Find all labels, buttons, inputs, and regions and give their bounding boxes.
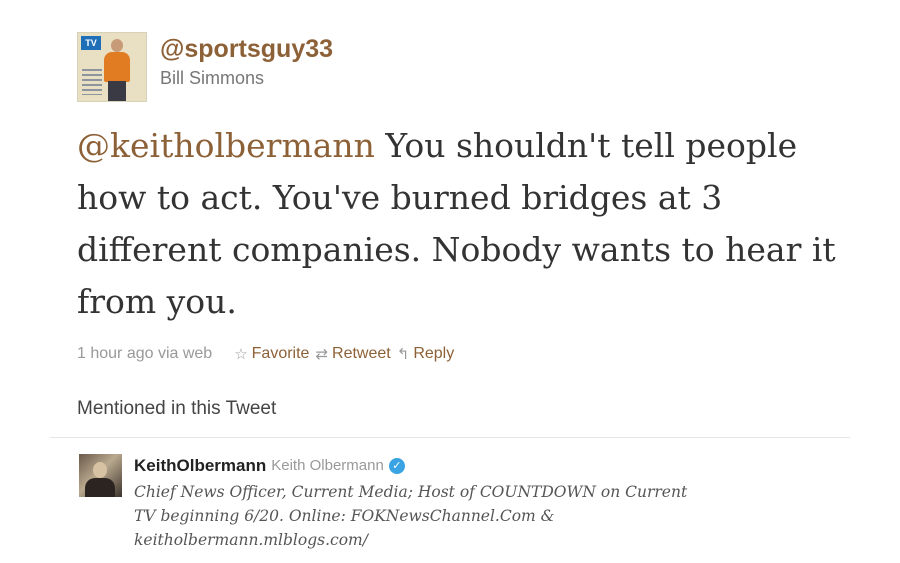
mentioned-user-line: KeithOlbermann Keith Olbermann ✓: [134, 454, 694, 478]
mentioned-user-screen-name[interactable]: KeithOlbermann: [134, 454, 266, 478]
author-screen-name[interactable]: @sportsguy33: [160, 34, 333, 64]
favorite-button[interactable]: ☆ Favorite: [234, 343, 309, 365]
author-full-name: Bill Simmons: [160, 68, 265, 88]
reply-label: Reply: [413, 345, 455, 362]
tweet-page: TV @sportsguy33 Bill Simmons @keitholber…: [0, 0, 900, 563]
tv-badge-icon: TV: [81, 36, 101, 50]
mentioned-user-avatar[interactable]: [79, 454, 122, 497]
author-avatar[interactable]: TV: [77, 32, 147, 102]
tweet-author: TV @sportsguy33 Bill Simmons: [77, 32, 333, 102]
mentioned-user-full-name: Keith Olbermann: [271, 457, 384, 474]
verified-icon: ✓: [388, 458, 405, 474]
tweet-mention-link[interactable]: @keitholbermann: [77, 126, 375, 165]
mentioned-user-bio: Chief News Officer, Current Media; Host …: [134, 483, 688, 549]
favorite-label: Favorite: [251, 345, 310, 362]
retweet-button[interactable]: ⇄ Retweet: [315, 343, 390, 365]
author-names: @sportsguy33 Bill Simmons: [160, 32, 333, 90]
tweet-timestamp[interactable]: 1 hour ago via web: [77, 343, 212, 365]
star-icon: ☆: [234, 345, 248, 363]
tweet-meta: 1 hour ago via web ☆ Favorite ⇄ Retweet …: [77, 343, 454, 365]
mentioned-user-info: KeithOlbermann Keith Olbermann ✓ Chief N…: [134, 454, 694, 552]
retweet-label: Retweet: [332, 345, 391, 362]
mentioned-heading: Mentioned in this Tweet: [77, 398, 277, 419]
divider: [50, 437, 850, 438]
reply-button[interactable]: ↰ Reply: [397, 343, 454, 365]
reply-icon: ↰: [396, 345, 410, 363]
mentioned-user-card: KeithOlbermann Keith Olbermann ✓ Chief N…: [79, 454, 694, 552]
retweet-icon: ⇄: [315, 345, 329, 363]
tweet-text: @keitholbermann You shouldn't tell peopl…: [77, 120, 837, 328]
